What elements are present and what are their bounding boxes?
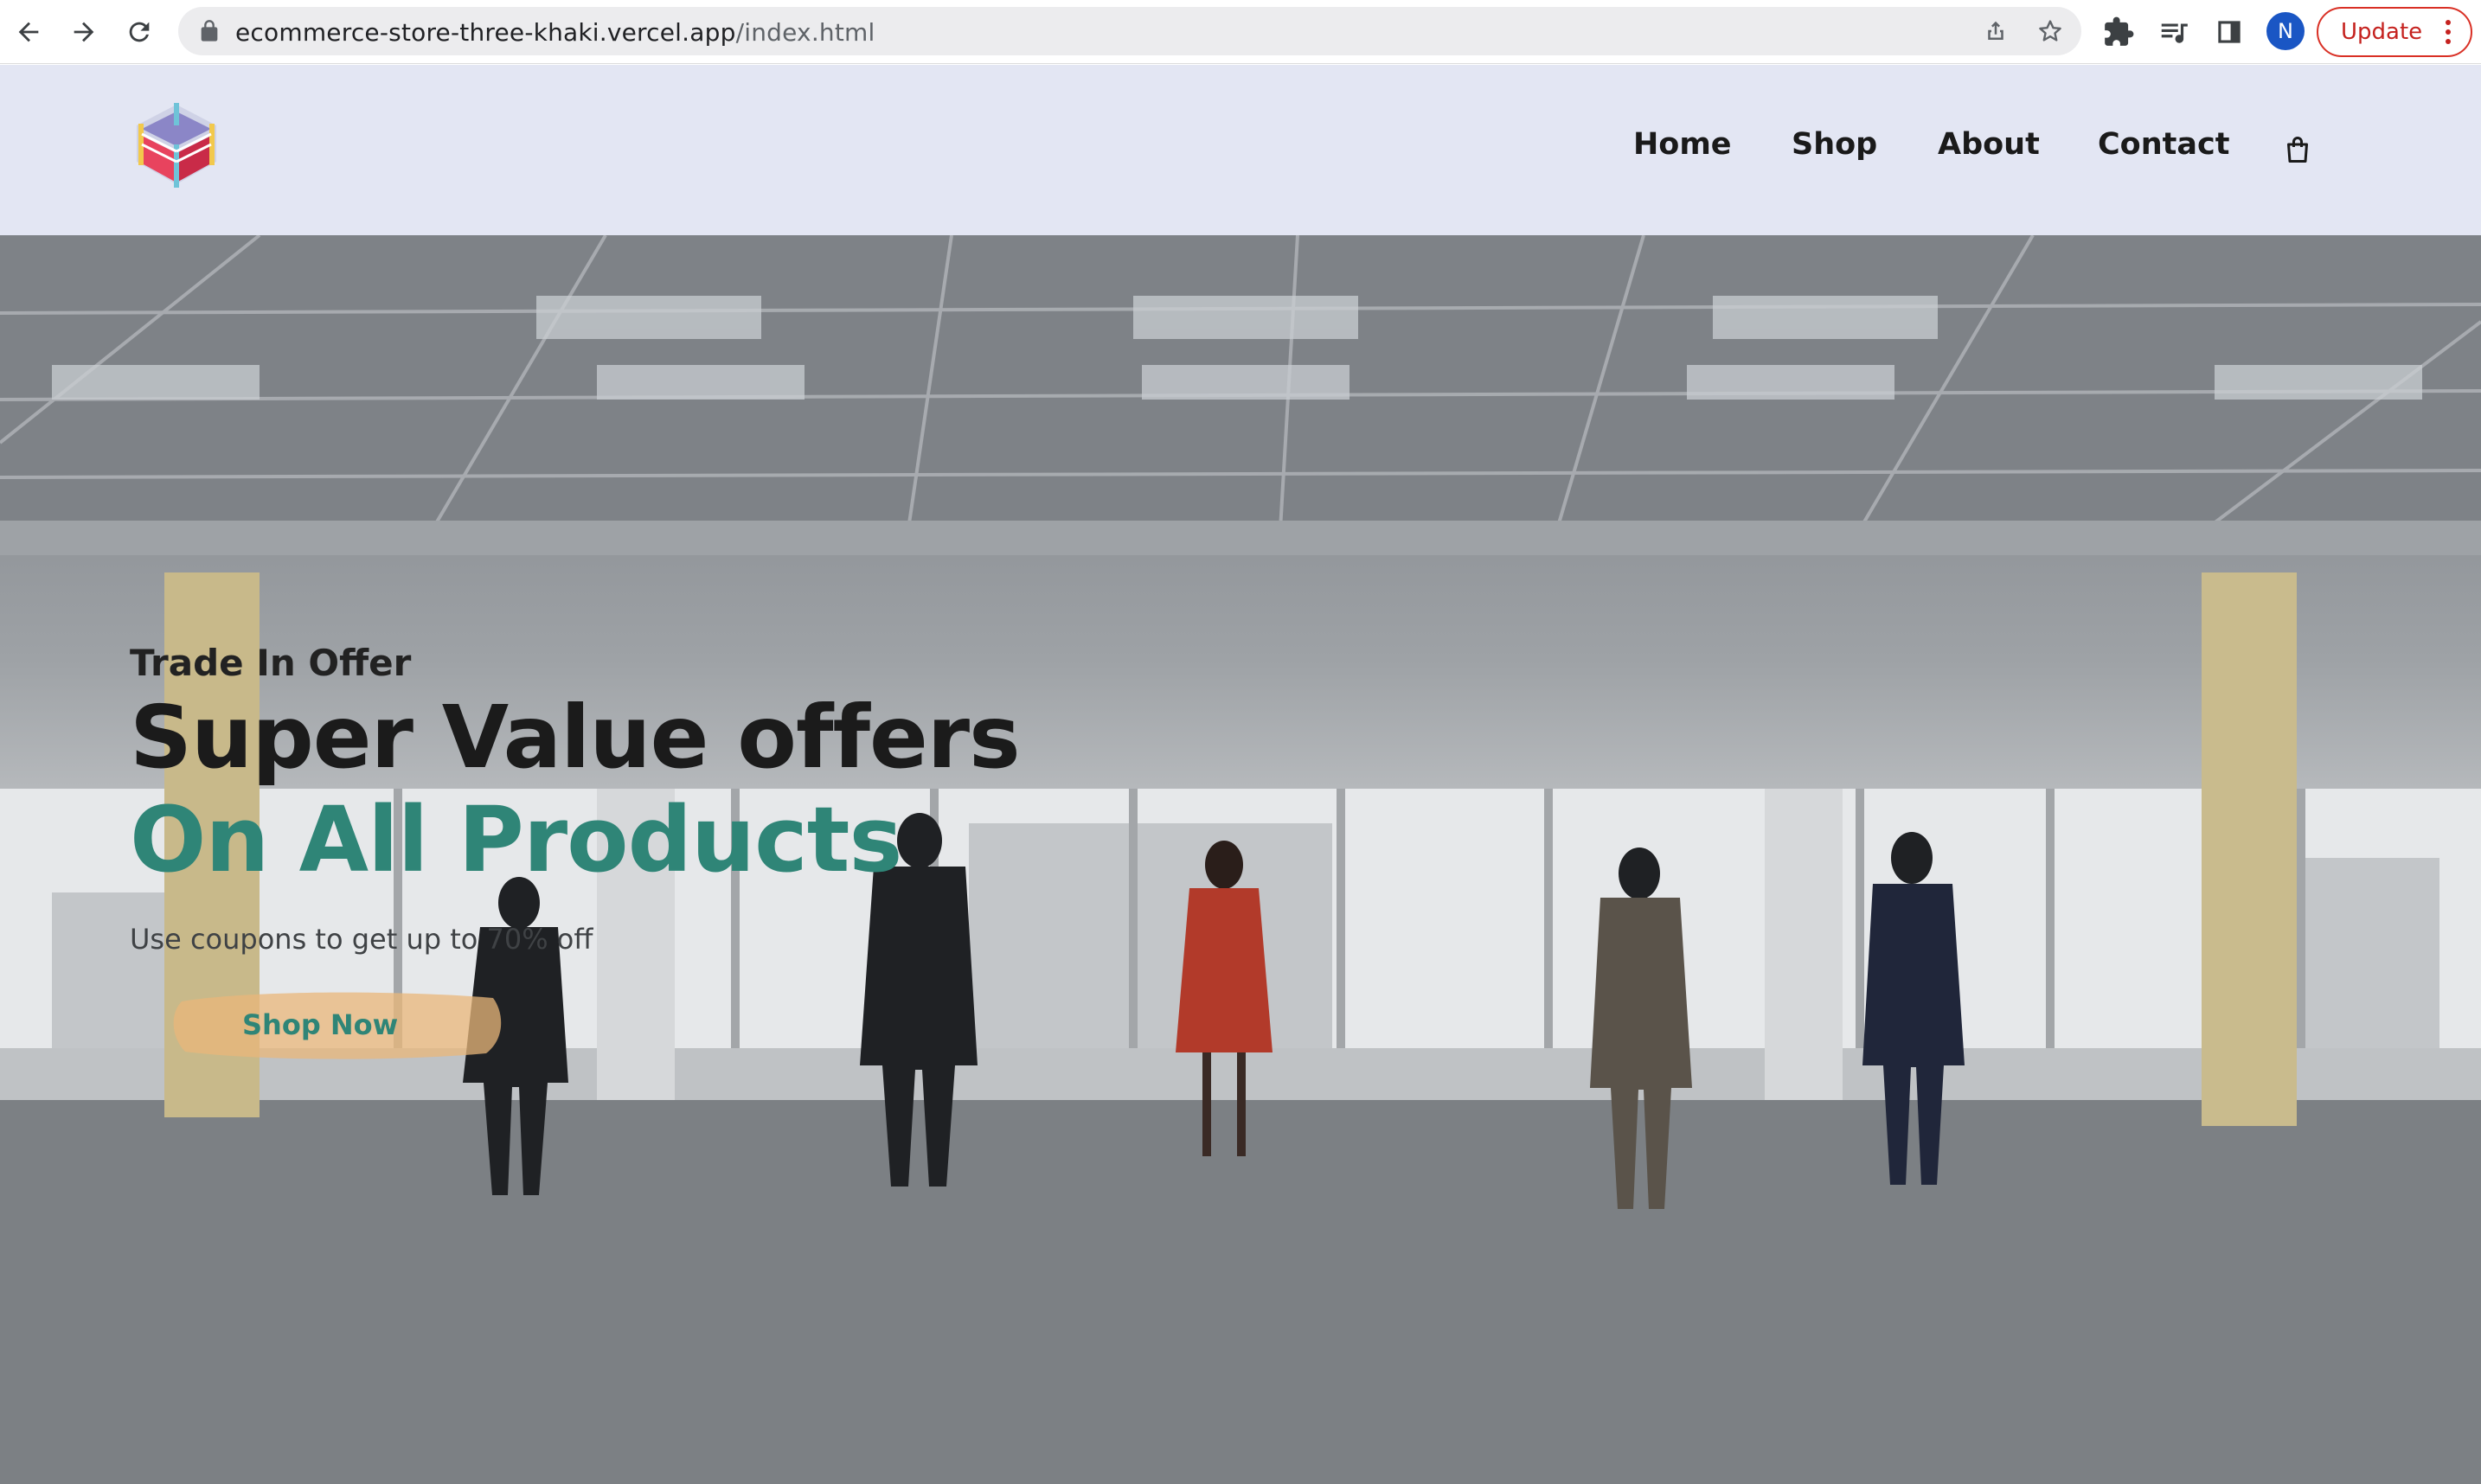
reload-icon: [129, 22, 150, 42]
browser-toolbar: ecommerce-store-three-khaki.vercel.app/i…: [0, 0, 2481, 64]
forward-button[interactable]: [64, 12, 104, 52]
forward-arrow-icon: [74, 22, 94, 42]
shopping-bag-icon[interactable]: [2282, 134, 2313, 165]
shop-now-button[interactable]: Shop Now: [164, 986, 510, 1064]
extensions-icon[interactable]: [2102, 16, 2135, 48]
url-host: ecommerce-store-three-khaki.vercel.app: [235, 18, 736, 47]
reload-button[interactable]: [119, 12, 159, 52]
nav-shop[interactable]: Shop: [1792, 127, 1877, 162]
boxing-ring-logo[interactable]: [130, 101, 223, 195]
share-icon[interactable]: [1983, 18, 2009, 44]
media-controls-icon[interactable]: [2157, 16, 2190, 48]
update-label: Update: [2341, 19, 2423, 45]
hero-subtitle: Use coupons to get up to 70% off: [130, 923, 593, 956]
nav-contact[interactable]: Contact: [2098, 127, 2229, 162]
hero-title: Super Value offers: [130, 687, 1021, 788]
url-text[interactable]: ecommerce-store-three-khaki.vercel.app/i…: [235, 18, 875, 47]
shop-now-label: Shop Now: [242, 1008, 399, 1041]
profile-avatar[interactable]: N: [2266, 12, 2305, 50]
site-header: Home Shop About Contact: [0, 65, 2481, 235]
url-path: /index.html: [735, 18, 875, 47]
nav-home[interactable]: Home: [1633, 127, 1732, 162]
back-arrow-icon: [18, 22, 39, 42]
hero-section: Trade In Offer Super Value offers On All…: [0, 235, 2481, 1484]
address-bar[interactable]: ecommerce-store-three-khaki.vercel.app/i…: [178, 7, 2081, 55]
hero-eyebrow: Trade In Offer: [130, 642, 412, 684]
more-vert-icon: [2446, 20, 2451, 44]
update-button[interactable]: Update: [2317, 7, 2472, 57]
back-button[interactable]: [9, 12, 48, 52]
hero-title-highlight: On All Products: [130, 787, 902, 892]
lock-icon: [201, 20, 218, 42]
side-panel-icon[interactable]: [2213, 16, 2246, 48]
nav-about[interactable]: About: [1938, 127, 2040, 162]
star-icon[interactable]: [2036, 17, 2064, 45]
